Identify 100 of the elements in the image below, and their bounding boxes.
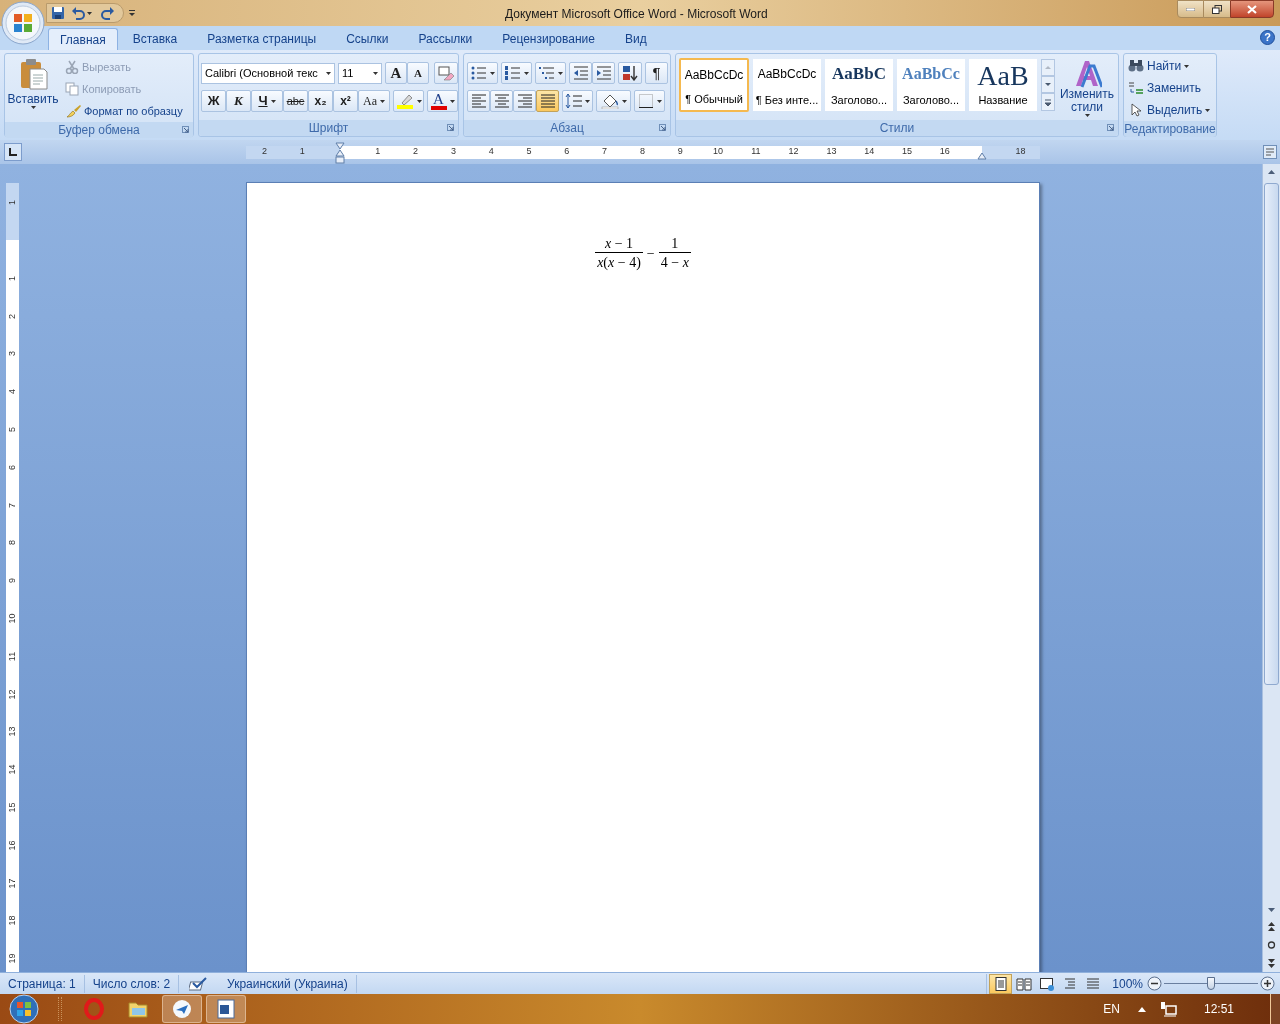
font-size-field[interactable]: 11 [338,62,382,84]
view-button[interactable] [989,973,1013,994]
tray-arrow-icon[interactable] [1137,1006,1146,1012]
slider-thumb[interactable] [1207,976,1215,990]
highlight-button[interactable] [393,90,424,112]
multilevel-list-icon [538,65,555,81]
scroll-down-icon[interactable] [1041,76,1055,93]
format-button[interactable]: x₂ [308,90,333,112]
format-button[interactable]: Ч [251,90,283,112]
ruler-number: 8 [638,144,646,158]
show-marks-button[interactable]: ¶ [645,62,668,84]
ruler-number: 11 [750,144,762,158]
minimize-icon [1186,7,1195,11]
maximize-button[interactable] [1204,0,1230,18]
expand-gallery-icon[interactable] [1041,93,1055,111]
editing-button[interactable]: Заменить [1128,77,1216,99]
clipboard-button[interactable]: Формат по образцу [63,100,185,122]
multilevel-list-button[interactable] [535,62,566,84]
change-styles-button[interactable]: Изменить стили [1057,58,1117,120]
zoom-out-icon[interactable] [1147,976,1162,991]
launcher-icon[interactable] [447,124,454,131]
align-button[interactable] [467,90,490,112]
zoom-in-icon[interactable] [1260,976,1275,991]
zoom-level[interactable]: 100% [1112,974,1143,993]
ruler-number: 3 [6,350,18,359]
redo-icon[interactable] [99,6,115,20]
editing-button[interactable]: Найти [1128,55,1216,77]
caret-icon [270,99,276,103]
opera-icon [82,997,106,1021]
editing-button[interactable]: Выделить [1128,99,1216,121]
format-button[interactable]: Ж [201,90,226,112]
style-tile[interactable]: AaBbC Заголово... [825,59,893,111]
close-icon [1247,4,1257,14]
indent-marker-icon[interactable] [335,141,345,164]
line-spacing-button[interactable] [562,90,593,112]
numbering-button[interactable] [501,62,532,84]
zoom-slider[interactable] [1164,976,1258,991]
ribbon-tab[interactable]: Рецензирование [487,28,610,50]
format-button[interactable]: abc [283,90,308,112]
increase-indent-button[interactable] [592,62,615,84]
paste-button[interactable]: Вставить [5,56,61,120]
format-button[interactable]: x² [333,90,358,112]
cursor-icon [1128,103,1144,117]
align-justify-icon [539,93,556,109]
ribbon-tab[interactable]: Вставка [117,28,193,50]
group-label: Шрифт [308,120,349,137]
style-tile[interactable]: AaBbCcDc ¶ Обычный [679,58,749,112]
reading-layout-icon [1015,975,1032,992]
launcher-icon[interactable] [182,126,189,133]
word-count[interactable]: Число слов: 2 [84,974,180,993]
style-tile[interactable]: AaBbCcDc ¶ Без инте... [753,59,821,111]
close-button[interactable] [1230,0,1274,18]
ruler-number: 2 [412,144,420,158]
ruler-number: 12 [787,144,800,158]
view-ruler-icon[interactable] [1263,145,1277,159]
caret-icon [524,71,529,75]
undo-icon[interactable] [71,6,93,20]
ribbon-tab[interactable]: Рассылки [403,28,488,50]
launcher-icon[interactable] [1107,124,1114,131]
taskbar-button[interactable] [162,995,202,1023]
save-icon[interactable] [51,6,65,20]
style-tile[interactable]: AaBbCc Заголово... [897,59,965,111]
customize-icon[interactable] [128,9,136,17]
grow-font-button[interactable]: A [385,62,407,84]
shrink-font-button[interactable]: A [407,62,429,84]
shading-button[interactable] [596,90,631,112]
ribbon-tab[interactable]: Ссылки [331,28,404,50]
format-button[interactable]: Aa [358,90,390,112]
right-indent-icon[interactable] [977,151,987,160]
scroll-thumb[interactable] [1264,183,1279,685]
proofing-icon[interactable] [189,976,210,991]
help-button[interactable]: ? [1260,30,1275,45]
align-button[interactable] [513,90,536,112]
taskbar-button[interactable] [206,995,246,1023]
style-tile[interactable]: AaB Название [969,59,1037,111]
page-count[interactable]: Страница: 1 [0,974,85,993]
launcher-icon[interactable] [659,124,666,131]
decrease-indent-button[interactable] [569,62,592,84]
ruler-number: 13 [825,144,838,158]
font-color-button[interactable]: A [427,90,458,112]
font-name-field[interactable]: Calibri (Основной текс [201,62,335,84]
format-button[interactable]: К [226,90,251,112]
ribbon-tab[interactable]: Главная [48,28,118,50]
sort-button[interactable] [618,62,642,84]
show-desktop-button[interactable] [1270,994,1280,1024]
ruler-number: 1 [6,199,18,208]
borders-button[interactable] [634,90,665,112]
language-indicator[interactable]: Украинский (Украина) [219,974,357,993]
replace-icon [1128,81,1144,95]
network-icon[interactable] [1159,1001,1178,1017]
caret-icon [380,99,385,103]
tab-selector-button[interactable] [4,143,22,161]
ribbon-tab[interactable]: Разметка страницы [192,28,332,50]
bullets-button[interactable] [467,62,498,84]
keyboard-language[interactable]: EN [1103,1000,1120,1018]
align-button[interactable] [490,90,513,112]
clear-format-button[interactable] [434,62,458,84]
ribbon-tab[interactable]: Вид [609,28,662,50]
clock[interactable]: 12:51 [1203,1000,1234,1018]
align-button[interactable] [536,90,559,112]
